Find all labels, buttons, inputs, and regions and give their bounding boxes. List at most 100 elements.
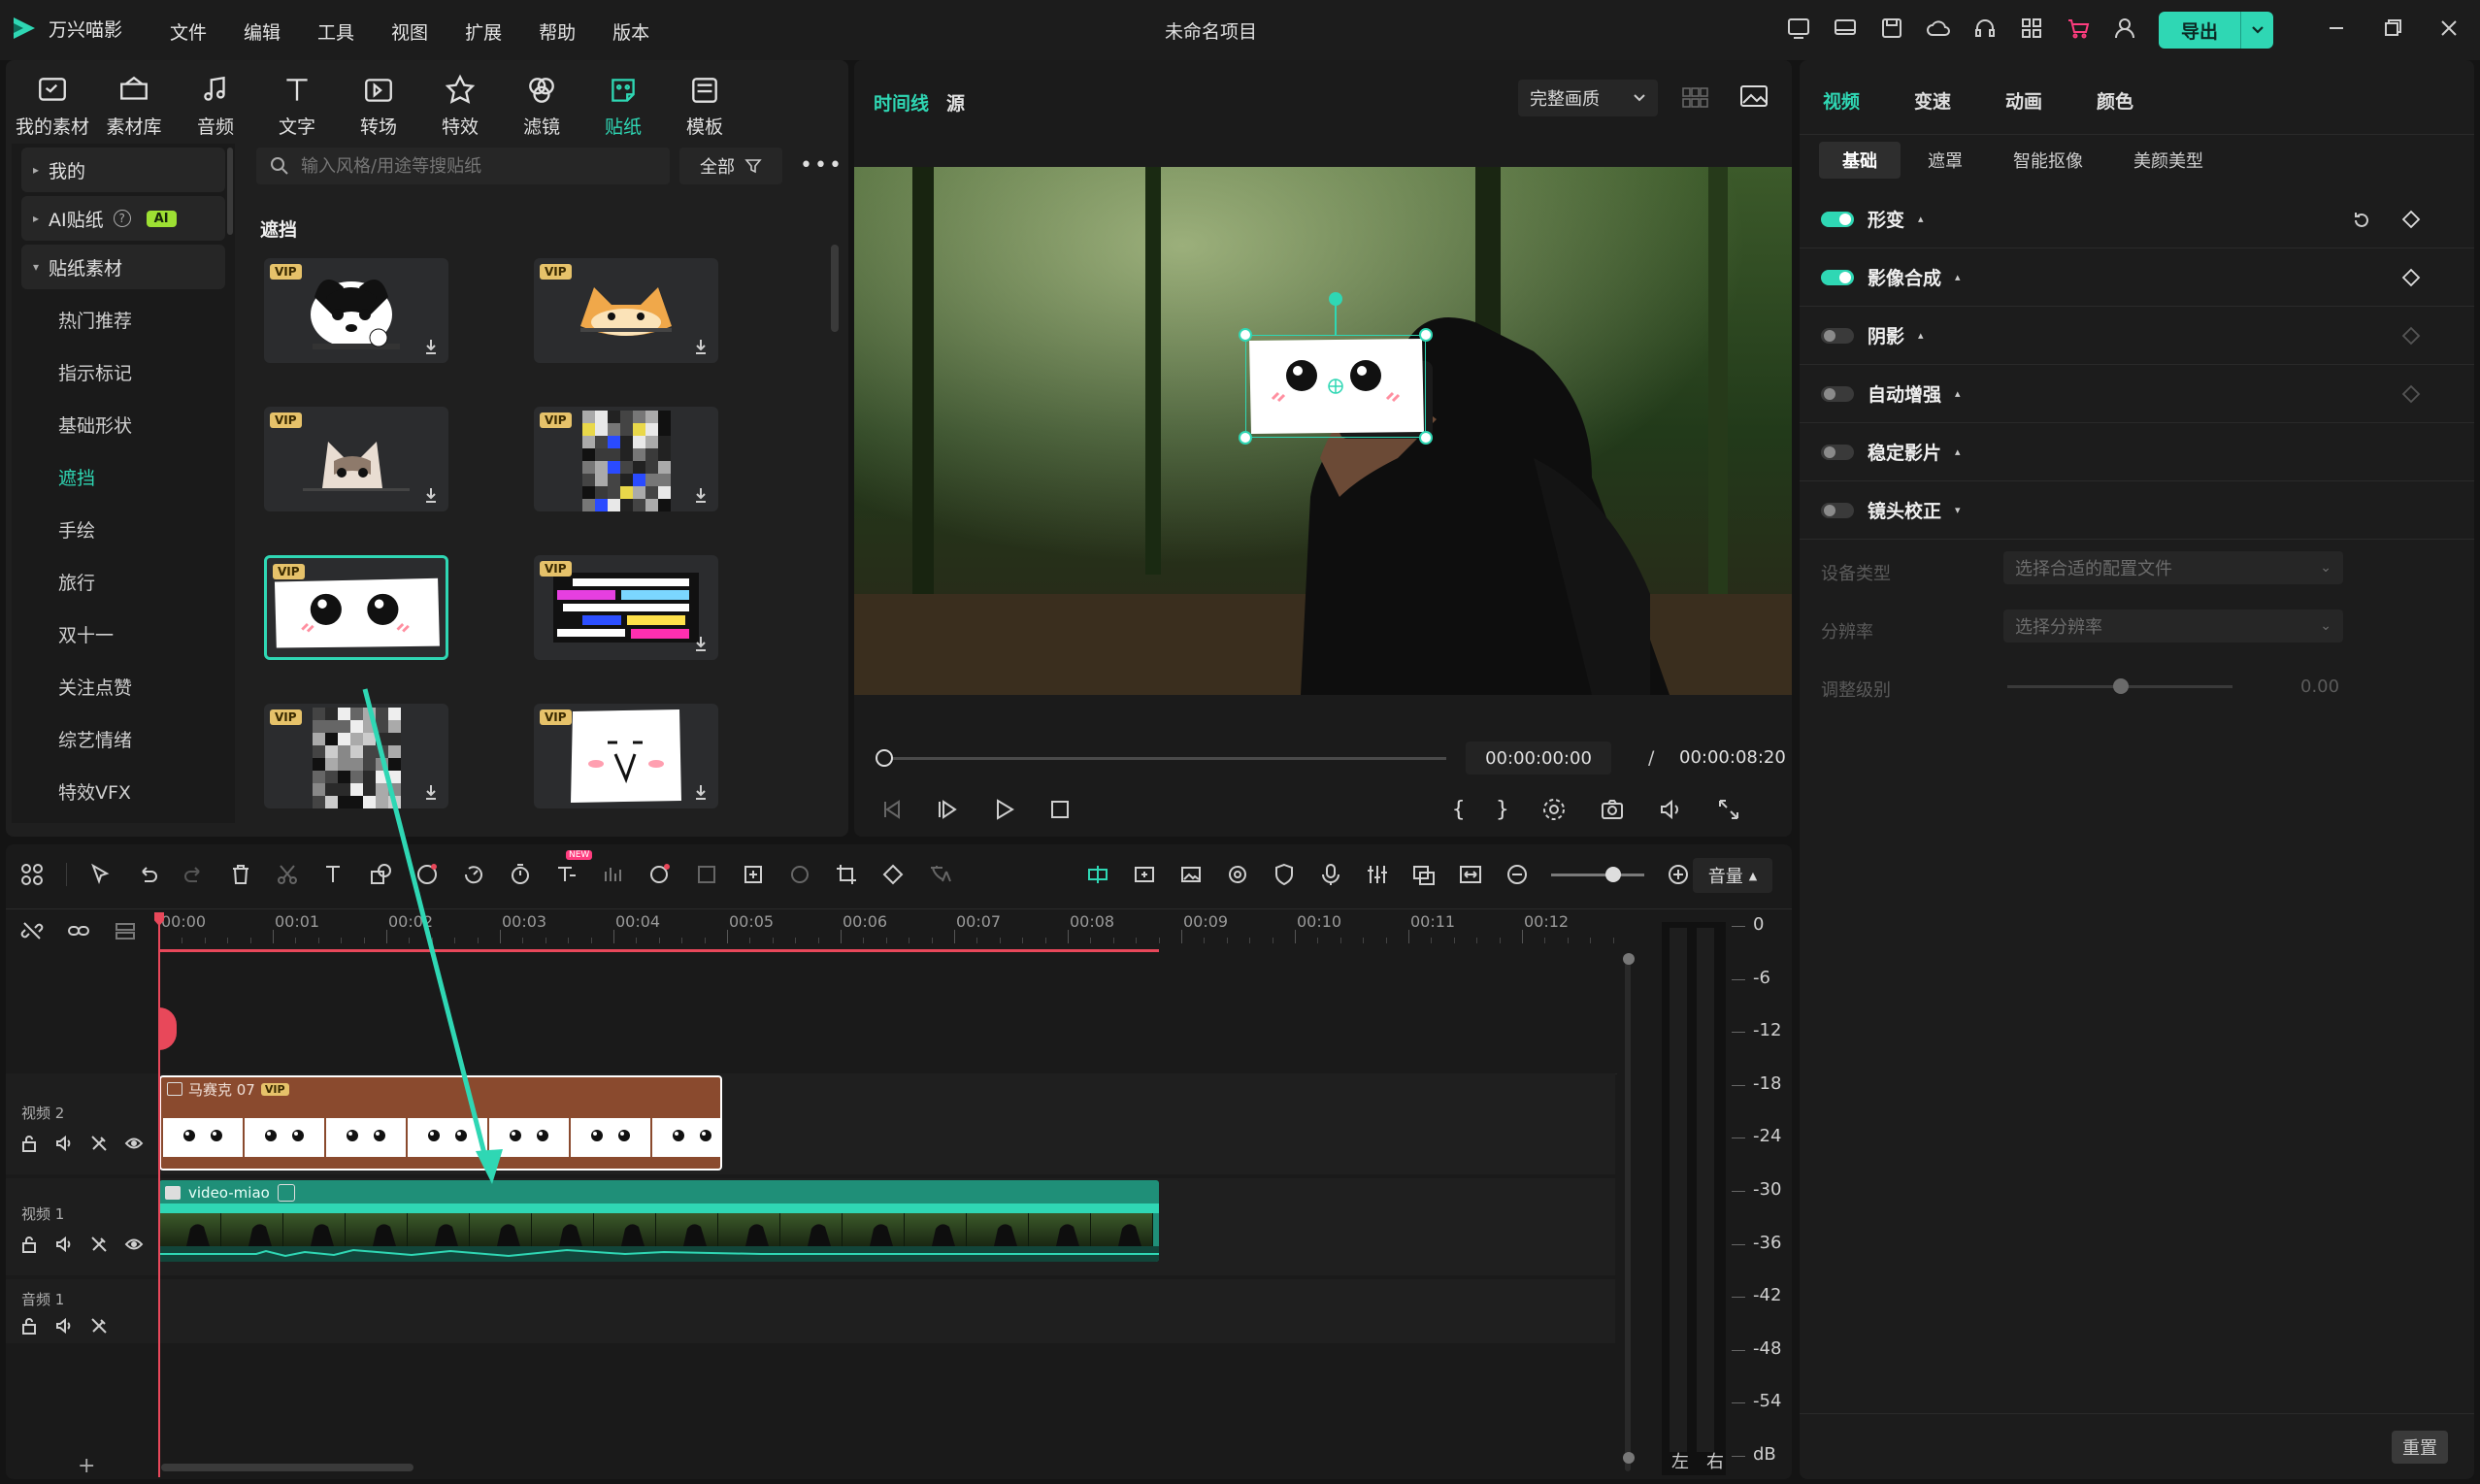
resize-handle[interactable] bbox=[1239, 431, 1252, 445]
category-item[interactable]: 遮挡 bbox=[12, 450, 235, 503]
menu-item[interactable]: 版本 bbox=[612, 18, 649, 45]
category-item[interactable]: 手绘 bbox=[12, 503, 235, 555]
grid-scrollbar[interactable] bbox=[831, 245, 839, 332]
property-tab[interactable]: 颜色 bbox=[2097, 87, 2133, 114]
property-subtab[interactable]: 遮罩 bbox=[1904, 142, 1986, 179]
headset-icon[interactable] bbox=[1972, 16, 1998, 41]
import-icon[interactable] bbox=[741, 862, 766, 887]
category-item[interactable]: 关注点赞 bbox=[12, 660, 235, 712]
group-ai-sticker[interactable]: ▸ AI贴纸 ? AI bbox=[21, 196, 225, 241]
prev-frame-icon[interactable] bbox=[877, 796, 905, 823]
sticker-item[interactable]: VIP bbox=[534, 258, 718, 363]
vscroll-handle[interactable] bbox=[1623, 953, 1635, 965]
section-6[interactable]: 镜头校正 ▾ bbox=[1800, 481, 2474, 540]
layout-icon[interactable] bbox=[19, 862, 45, 887]
track-lane-audio1[interactable] bbox=[159, 1279, 1615, 1343]
section-toggle[interactable] bbox=[1821, 211, 1854, 227]
add-track-icon[interactable] bbox=[1132, 862, 1157, 887]
search-input[interactable] bbox=[301, 155, 650, 177]
reset-icon[interactable] bbox=[2351, 210, 2372, 231]
export-button[interactable]: 导出 bbox=[2159, 12, 2273, 49]
download-icon[interactable] bbox=[693, 486, 709, 504]
help-icon[interactable]: ? bbox=[113, 210, 131, 227]
category-item[interactable]: 基础形状 bbox=[12, 398, 235, 450]
section-toggle[interactable] bbox=[1821, 269, 1854, 285]
property-subtab[interactable]: 智能抠像 bbox=[1990, 142, 2106, 179]
menu-item[interactable]: 帮助 bbox=[539, 18, 576, 45]
tab-library[interactable]: 素材库 bbox=[93, 66, 175, 139]
tab-folder[interactable]: 我的素材 bbox=[12, 66, 93, 139]
crop-icon[interactable] bbox=[834, 862, 859, 887]
sticker-item[interactable]: VIP bbox=[264, 407, 448, 511]
section-toggle[interactable] bbox=[1821, 502, 1854, 518]
sticker-item[interactable]: VIP bbox=[534, 555, 718, 660]
zoom-in-icon[interactable] bbox=[1666, 862, 1691, 887]
eye-icon[interactable] bbox=[124, 1134, 144, 1153]
mic-icon[interactable] bbox=[1318, 862, 1343, 887]
property-tab[interactable]: 动画 bbox=[2005, 87, 2042, 114]
tab-effects[interactable]: 特效 bbox=[419, 66, 501, 139]
tab-text[interactable]: 文字 bbox=[256, 66, 338, 139]
keyframe-diamond-icon[interactable] bbox=[2401, 384, 2421, 404]
more-options-icon[interactable]: ••• bbox=[800, 153, 843, 178]
beat-icon[interactable] bbox=[601, 862, 626, 887]
tab-transition[interactable]: 转场 bbox=[338, 66, 419, 139]
stop-icon[interactable] bbox=[1046, 796, 1074, 823]
property-subtab[interactable]: 基础 bbox=[1819, 142, 1901, 179]
fullscreen-icon[interactable] bbox=[1715, 796, 1742, 823]
filter-button[interactable]: 全部 bbox=[679, 148, 782, 184]
lock-icon[interactable] bbox=[19, 1235, 39, 1254]
split-icon[interactable] bbox=[275, 862, 300, 887]
save-icon[interactable] bbox=[1879, 16, 1904, 41]
select-tool-icon[interactable] bbox=[88, 862, 114, 887]
category-item[interactable]: 热门推荐 bbox=[12, 293, 235, 346]
section-toggle[interactable] bbox=[1821, 327, 1854, 344]
reset-button[interactable]: 重置 bbox=[2392, 1431, 2448, 1464]
caret-icon[interactable]: ▴ bbox=[1918, 213, 1924, 225]
play-icon[interactable] bbox=[990, 796, 1017, 823]
hide-edit-icon[interactable] bbox=[89, 1316, 109, 1336]
caret-icon[interactable]: ▴ bbox=[1955, 445, 1961, 458]
feedback-icon[interactable] bbox=[1786, 16, 1811, 41]
section-1[interactable]: 形变 ▴ bbox=[1800, 190, 2474, 248]
restore-icon[interactable] bbox=[2382, 17, 2403, 39]
playhead-tab[interactable] bbox=[159, 1007, 177, 1050]
fit-icon[interactable] bbox=[1458, 862, 1483, 887]
hide-edit-icon[interactable] bbox=[89, 1235, 109, 1254]
add-track-button[interactable]: + bbox=[78, 1454, 95, 1478]
caret-icon[interactable]: ▴ bbox=[1918, 329, 1924, 342]
keyframe-icon[interactable] bbox=[880, 862, 906, 887]
motion-track-icon[interactable] bbox=[1225, 862, 1250, 887]
keyframe-diamond-icon[interactable] bbox=[2401, 210, 2421, 229]
hide-edit-icon[interactable] bbox=[89, 1134, 109, 1153]
device-type-select[interactable]: 选择合适的配置文件 ⌄ bbox=[2003, 551, 2343, 584]
lock-icon[interactable] bbox=[19, 1134, 39, 1153]
mark-in-icon[interactable]: { bbox=[1452, 798, 1465, 822]
section-4[interactable]: 自动增强 ▴ bbox=[1800, 365, 2474, 423]
snapshot-icon[interactable] bbox=[1599, 796, 1626, 823]
group-sticker-assets[interactable]: ▾ 贴纸素材 bbox=[21, 245, 225, 289]
keyframe-diamond-icon[interactable] bbox=[2401, 326, 2421, 346]
thumbnail-icon[interactable] bbox=[1178, 862, 1204, 887]
user-icon[interactable] bbox=[2112, 16, 2137, 41]
delete-icon[interactable] bbox=[228, 862, 253, 887]
minimize-icon[interactable] bbox=[2326, 17, 2347, 39]
menu-item[interactable]: 工具 bbox=[317, 18, 354, 45]
redo-icon[interactable] bbox=[182, 862, 207, 887]
video-canvas[interactable] bbox=[854, 167, 1792, 695]
category-item[interactable]: 综艺情绪 bbox=[12, 712, 235, 765]
property-subtab[interactable]: 美颜美型 bbox=[2110, 142, 2227, 179]
tab-sticker[interactable]: 贴纸 bbox=[582, 66, 664, 139]
download-icon[interactable] bbox=[693, 635, 709, 652]
group-mine[interactable]: ▸ 我的 bbox=[21, 148, 225, 192]
export-dropdown-icon[interactable] bbox=[2240, 12, 2273, 49]
category-item[interactable]: 指示标记 bbox=[12, 346, 235, 398]
caret-icon[interactable]: ▴ bbox=[1955, 271, 1961, 283]
section-3[interactable]: 阴影 ▴ bbox=[1800, 307, 2474, 365]
resize-handle[interactable] bbox=[1419, 328, 1433, 342]
sidebar-scrollbar[interactable] bbox=[227, 148, 233, 235]
text-tool-icon[interactable] bbox=[321, 862, 347, 887]
category-item[interactable]: 旅行 bbox=[12, 555, 235, 608]
timeline-vscroll[interactable] bbox=[1625, 957, 1631, 1471]
sticker-item-selected[interactable]: VIP bbox=[264, 555, 448, 660]
